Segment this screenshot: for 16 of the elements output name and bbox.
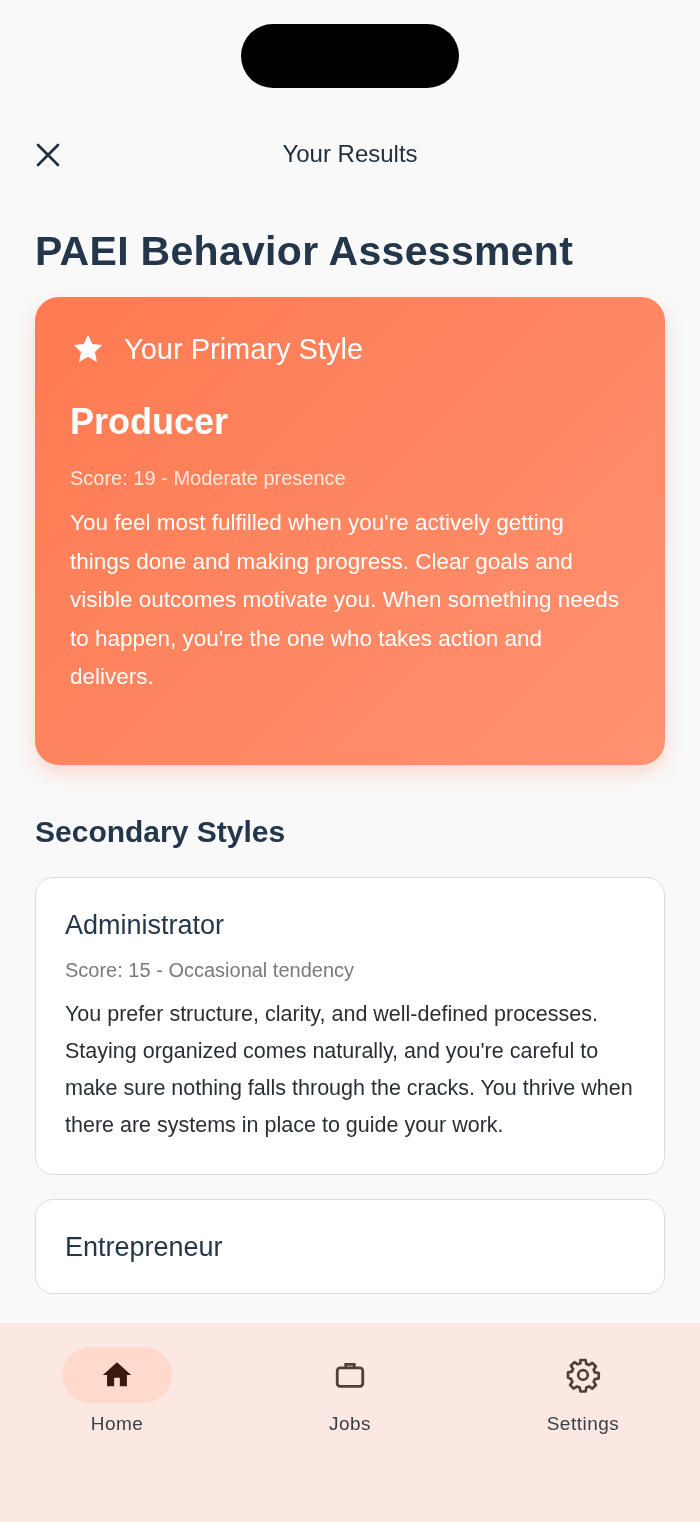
style-name: Administrator: [65, 910, 226, 941]
section-heading: Secondary Styles: [35, 815, 287, 849]
close-icon: [35, 142, 61, 168]
close-button[interactable]: [35, 142, 61, 168]
style-description: You prefer structure, clarity, and well-defined processes. Staying organized comes naturally, and you're careful to make sure nothing falls through the cracks. You thrive when there are systems in place to guide your work.: [65, 1001, 634, 1139]
primary-style-heading: Your Primary Style: [124, 332, 364, 366]
settings-icon: [565, 1357, 601, 1393]
style-name: Entrepreneur: [65, 1232, 224, 1263]
style-score: Score: 19 - Moderate presence: [70, 467, 347, 490]
nav-tab[interactable]: Settings: [528, 1347, 638, 1435]
style-score: Score: 15 - Occasional tendency: [65, 959, 356, 982]
page-title: PAEI Behavior Assessment: [35, 228, 575, 275]
style-description: You feel most fulfilled when you're actively getting things done and making progress. Clear goals and visible outcomes motivate you. When something needs to happen, you're the one who takes action and delivers.: [70, 509, 621, 691]
screen-title: Your Results: [282, 140, 418, 168]
style-name: Producer: [70, 401, 230, 443]
nav-tab[interactable]: Jobs: [295, 1347, 405, 1435]
